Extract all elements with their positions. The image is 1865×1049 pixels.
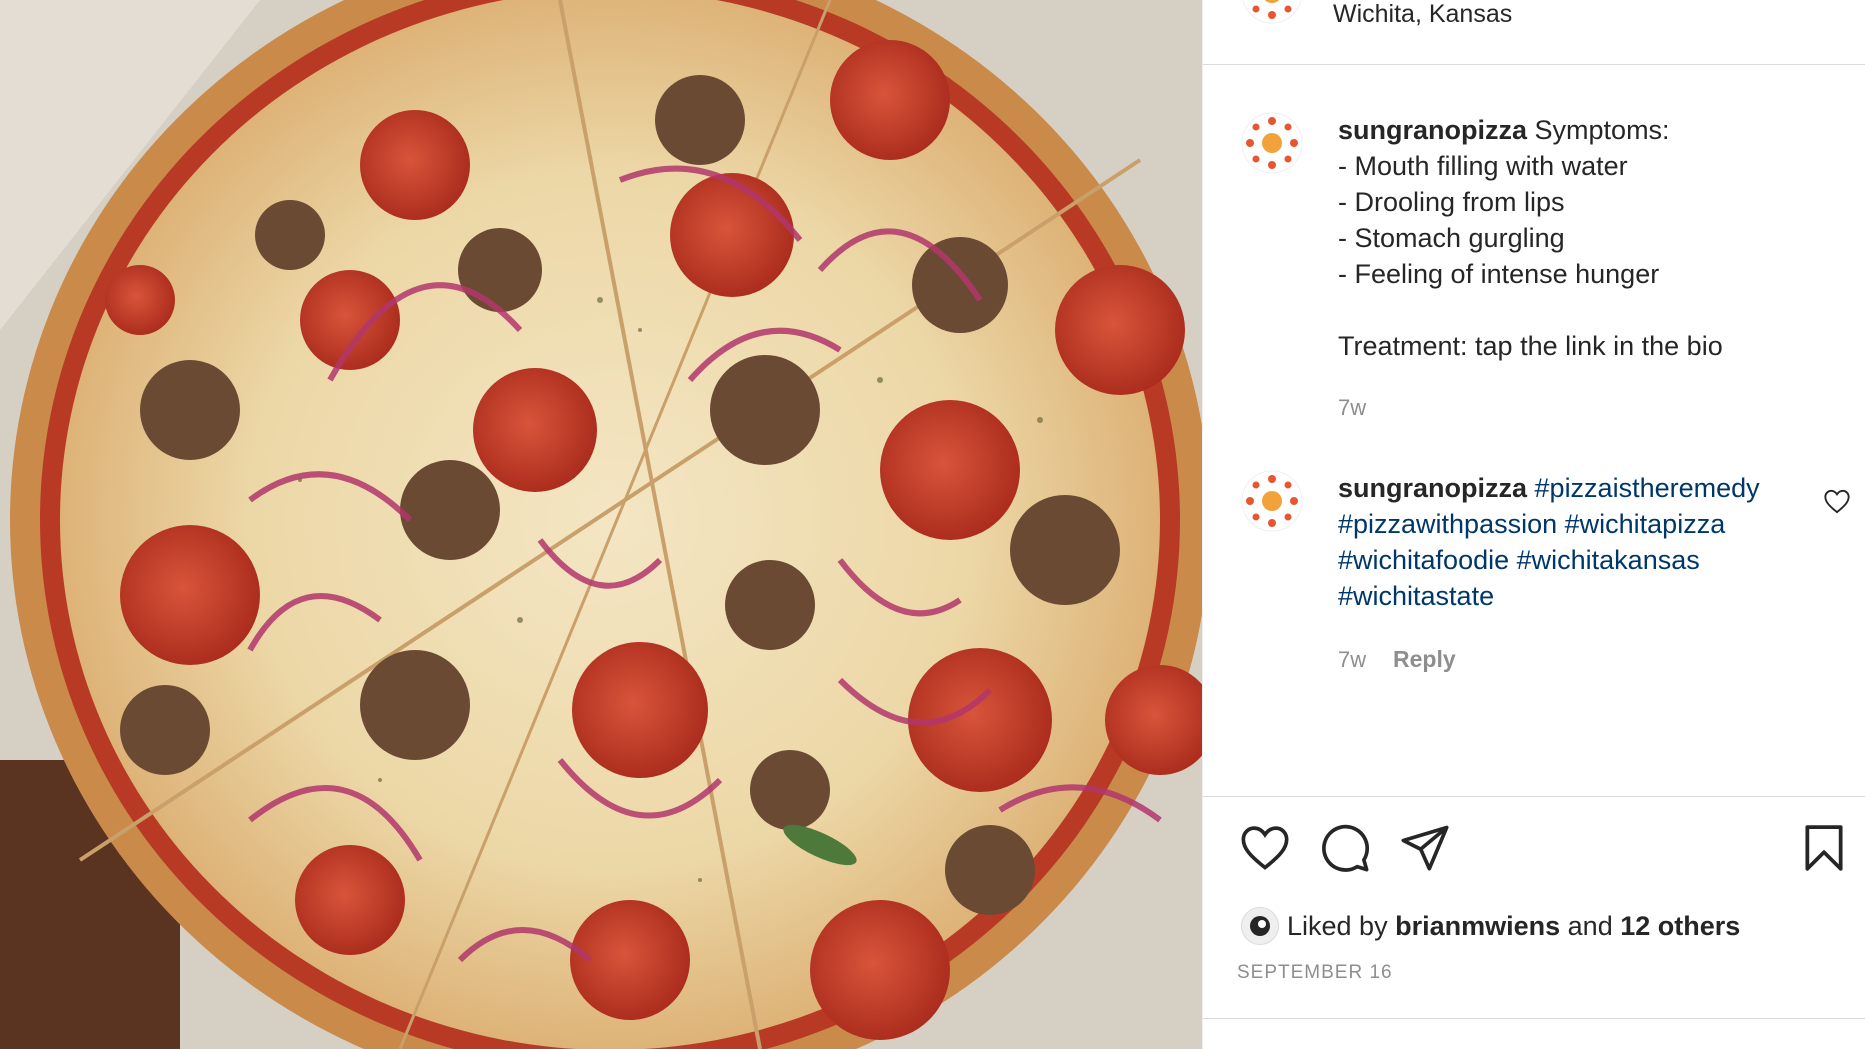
actions-divider — [1203, 796, 1865, 797]
hashtag-link[interactable]: #wichitastate — [1338, 581, 1494, 611]
post-caption: sungranopizza Symptoms: - Mouth filling … — [1338, 112, 1818, 364]
author-avatar[interactable] — [1241, 0, 1303, 24]
sun-logo-icon — [1241, 112, 1303, 174]
hashtag-link[interactable]: #pizzaistheremedy — [1535, 473, 1760, 503]
caption-line: Treatment: tap the link in the bio — [1338, 331, 1723, 361]
comment-button[interactable] — [1319, 822, 1371, 879]
liker-username[interactable]: brianmwiens — [1395, 911, 1560, 942]
comment-like-button[interactable] — [1823, 488, 1851, 519]
caption-timestamp[interactable]: 7w — [1338, 395, 1366, 421]
caption-line: - Mouth filling with water — [1338, 151, 1628, 181]
header-divider — [1203, 64, 1865, 65]
footer-divider — [1203, 1018, 1865, 1019]
post-photo[interactable] — [0, 0, 1202, 1049]
post-location[interactable]: Wichita, Kansas — [1333, 0, 1512, 29]
reply-button[interactable]: Reply — [1393, 646, 1456, 673]
liker-avatar[interactable] — [1241, 907, 1279, 945]
comment-icon — [1322, 824, 1370, 872]
likes-others-link[interactable]: 12 others — [1620, 911, 1740, 942]
save-button[interactable] — [1801, 823, 1847, 878]
profile-icon — [1250, 916, 1270, 936]
likes-prefix: Liked by — [1287, 910, 1388, 941]
caption-first-line: Symptoms: — [1534, 115, 1670, 145]
post-date[interactable]: SEPTEMBER 16 — [1237, 962, 1393, 984]
hashtag-link[interactable]: #wichitakansas — [1517, 545, 1700, 575]
hashtag-link[interactable]: #pizzawithpassion — [1338, 509, 1557, 539]
comment-text: sungranopizza #pizzaistheremedy #pizzawi… — [1338, 470, 1818, 614]
post-sidebar: Wichita, Kansas sungranopizza Symptoms: … — [1202, 0, 1865, 1049]
sun-logo-icon — [1241, 470, 1303, 532]
hashtag-link[interactable]: #wichitapizza — [1565, 509, 1726, 539]
paper-plane-icon — [1401, 825, 1449, 871]
bookmark-icon — [1805, 825, 1843, 871]
likes-conjunction: and — [1567, 910, 1613, 941]
caption-line — [1338, 292, 1818, 328]
heart-icon — [1241, 826, 1289, 870]
comment-timestamp[interactable]: 7w — [1338, 647, 1366, 673]
caption-line: - Feeling of intense hunger — [1338, 259, 1660, 289]
likes-summary: Liked by brianmwiens and 12 others — [1241, 906, 1740, 946]
sun-logo-icon — [1242, 0, 1302, 24]
caption-line: - Stomach gurgling — [1338, 223, 1565, 253]
comment-username[interactable]: sungranopizza — [1338, 473, 1527, 503]
comment-avatar[interactable] — [1241, 470, 1303, 532]
like-button[interactable] — [1239, 823, 1291, 876]
share-button[interactable] — [1399, 823, 1451, 876]
hashtag-link[interactable]: #wichitafoodie — [1338, 545, 1509, 575]
pizza-image — [0, 0, 1202, 1049]
caption-username[interactable]: sungranopizza — [1338, 115, 1527, 145]
caption-avatar[interactable] — [1241, 112, 1303, 174]
heart-icon — [1824, 489, 1850, 514]
caption-line: - Drooling from lips — [1338, 187, 1565, 217]
